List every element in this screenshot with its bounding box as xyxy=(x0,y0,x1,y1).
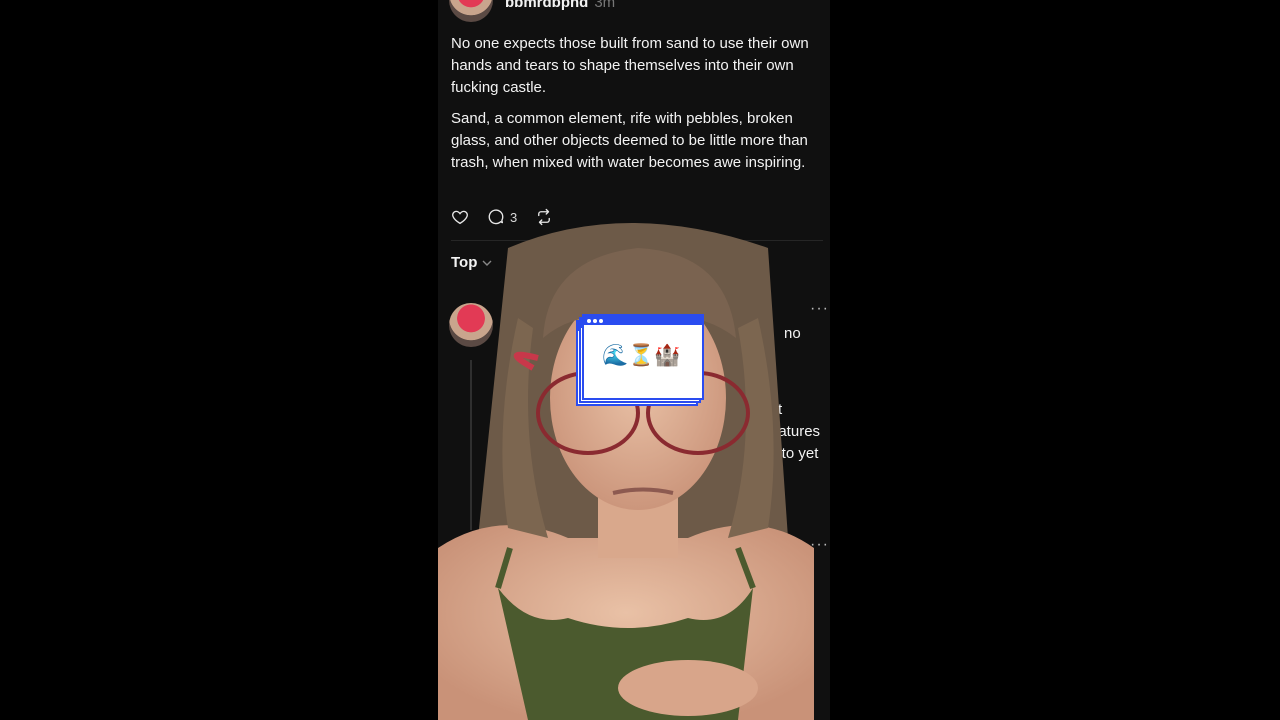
post-timestamp: 3m xyxy=(594,0,616,11)
person-video-overlay xyxy=(438,223,814,720)
post-avatar[interactable] xyxy=(449,0,493,22)
post-username-text: bbmrdbpnd xyxy=(505,0,589,11)
sticker-emojis: 🌊⏳🏰 xyxy=(602,344,681,367)
post-paragraph-1: No one expects those built from sand to … xyxy=(451,35,809,96)
post-username[interactable]: bbmrdbpnd 3m xyxy=(505,0,615,11)
post-paragraph-2: Sand, a common element, rife with pebble… xyxy=(451,110,808,171)
window-sticker: 🌊⏳🏰 xyxy=(576,314,704,406)
